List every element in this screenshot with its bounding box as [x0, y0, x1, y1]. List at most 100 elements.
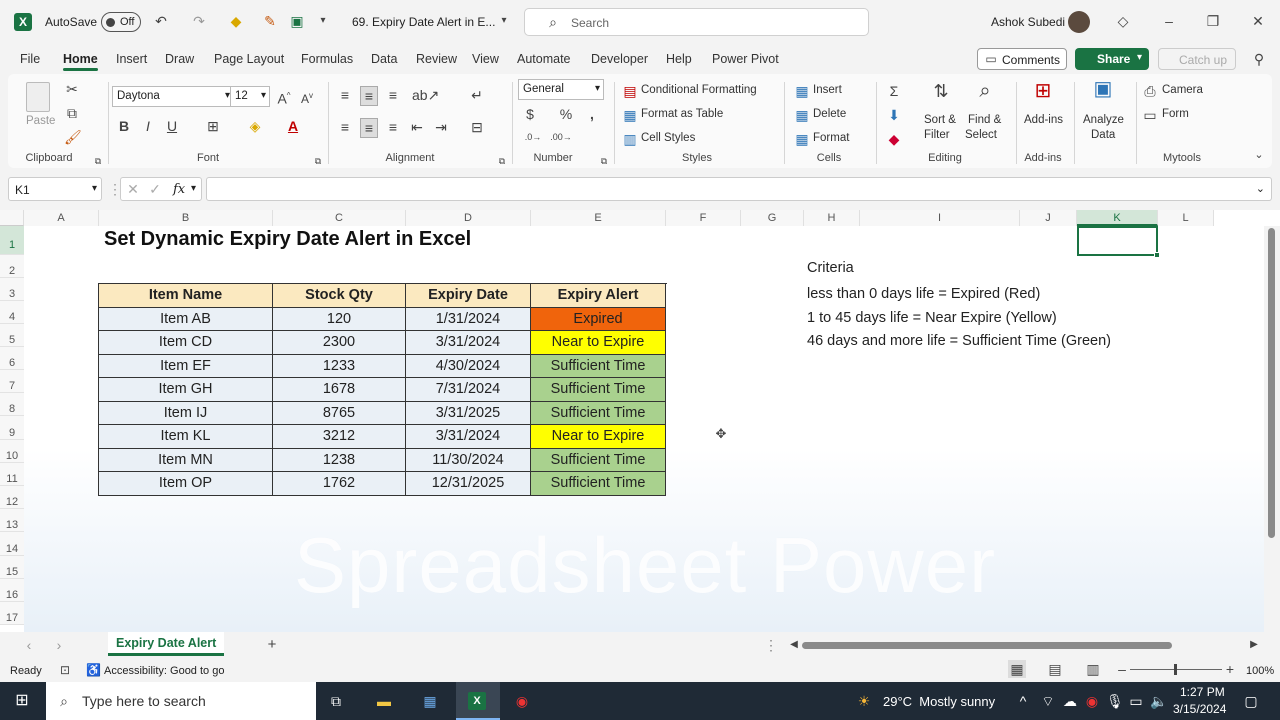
align-middle-icon[interactable]: ≡	[360, 86, 378, 106]
increase-decimal-icon[interactable]: .0→	[522, 128, 544, 146]
undo-icon[interactable]: ↶	[152, 12, 170, 30]
row-header-17[interactable]: 17	[0, 602, 24, 625]
item-name-cell[interactable]: Item MN	[99, 448, 273, 472]
form-icon[interactable]: ▭	[1142, 106, 1158, 124]
row-header-7[interactable]: 7	[0, 370, 24, 393]
item-name-cell[interactable]: Item KL	[99, 425, 273, 449]
column-header-f[interactable]: F	[666, 210, 741, 226]
avatar[interactable]	[1068, 11, 1090, 33]
weather-icon[interactable]: ☀	[854, 692, 874, 710]
weather-text[interactable]: 29°C Mostly sunny	[883, 694, 995, 709]
find-select-label-1[interactable]: Find &	[968, 114, 1001, 126]
expiry-date-cell[interactable]: 3/31/2024	[406, 331, 531, 355]
alignment-launcher-icon[interactable]: ⧉	[496, 152, 508, 170]
column-header-k[interactable]: K	[1077, 210, 1158, 226]
cell-styles-icon[interactable]: ▥	[622, 130, 638, 148]
align-bottom-icon[interactable]: ≡	[384, 86, 402, 104]
row-header-6[interactable]: 6	[0, 347, 24, 370]
network-icon[interactable]: ⌔	[1040, 692, 1056, 710]
redo-icon[interactable]: ↷	[190, 12, 208, 30]
close-icon[interactable]: ✕	[1249, 12, 1267, 30]
camera-icon[interactable]: ⎙	[1142, 82, 1158, 100]
delete-cells-button[interactable]: Delete	[813, 108, 846, 120]
row-header-11[interactable]: 11	[0, 463, 24, 486]
expiry-alert-cell[interactable]: Near to Expire	[531, 331, 666, 355]
row-header-14[interactable]: 14	[0, 532, 24, 556]
decrease-decimal-icon[interactable]: .00→	[550, 128, 572, 146]
qat-chevron-icon[interactable]: ▾	[316, 12, 330, 30]
column-header-l[interactable]: L	[1158, 210, 1214, 226]
scroll-left-icon[interactable]: ◀	[788, 636, 800, 654]
camera-button[interactable]: Camera	[1162, 84, 1203, 96]
number-format-select[interactable]: General ▾	[518, 79, 604, 100]
comma-icon[interactable]: ,	[584, 105, 600, 123]
add-sheet-icon[interactable]: +	[264, 636, 280, 654]
format-as-table-button[interactable]: Format as Table	[641, 108, 723, 120]
font-size-select[interactable]: 12 ▾	[230, 86, 270, 107]
expiry-date-cell[interactable]: 1/31/2024	[406, 307, 531, 331]
stock-qty-cell[interactable]: 3212	[273, 425, 406, 449]
stock-qty-cell[interactable]: 2300	[273, 331, 406, 355]
catch-up-button[interactable]: Catch up	[1158, 48, 1236, 70]
recorder-icon[interactable]: ◉	[512, 692, 532, 710]
file-explorer-icon[interactable]: ▬	[374, 692, 394, 710]
expiry-alert-cell[interactable]: Sufficient Time	[531, 401, 666, 425]
header-item-name[interactable]: Item Name	[99, 284, 273, 308]
expiry-alert-cell[interactable]: Near to Expire	[531, 425, 666, 449]
expiry-date-cell[interactable]: 3/31/2024	[406, 425, 531, 449]
currency-icon[interactable]: $	[522, 105, 538, 123]
sort-filter-label-2[interactable]: Filter	[924, 129, 950, 141]
notifications-icon[interactable]: ▢	[1242, 692, 1260, 710]
item-name-cell[interactable]: Item CD	[99, 331, 273, 355]
format-painter-icon[interactable]: ✎	[261, 12, 279, 30]
expiry-alert-cell[interactable]: Expired	[531, 307, 666, 331]
align-left-icon[interactable]: ≡	[336, 118, 354, 136]
column-header-j[interactable]: J	[1020, 210, 1077, 226]
item-name-cell[interactable]: Item IJ	[99, 401, 273, 425]
decrease-indent-icon[interactable]: ⇤	[408, 118, 426, 136]
analyze-data-label-2[interactable]: Data	[1091, 129, 1115, 141]
autosave-toggle[interactable]: Off	[101, 12, 141, 32]
status-accessibility[interactable]: Accessibility: Good to go	[104, 665, 224, 677]
more-options-icon[interactable]: ⋮	[108, 180, 122, 198]
page-break-view-icon[interactable]: ▥	[1084, 660, 1102, 678]
next-sheet-icon[interactable]: ›	[52, 636, 66, 654]
clock-date[interactable]: 3/15/2024	[1173, 702, 1226, 716]
fill-handle[interactable]	[1154, 252, 1160, 258]
tray-chevron-icon[interactable]: ^	[1016, 692, 1030, 710]
copy-icon[interactable]: ⧉	[64, 104, 80, 122]
person-search-icon[interactable]: ⚲	[1250, 50, 1268, 68]
expiry-alert-cell[interactable]: Sufficient Time	[531, 472, 666, 496]
task-view-icon[interactable]: ⧉	[326, 692, 346, 710]
expiry-date-cell[interactable]: 3/31/2025	[406, 401, 531, 425]
zoom-in-icon[interactable]: +	[1224, 660, 1236, 678]
form-button[interactable]: Form	[1162, 108, 1189, 120]
align-right-icon[interactable]: ≡	[384, 118, 402, 136]
column-header-h[interactable]: H	[804, 210, 860, 226]
italic-icon[interactable]: I	[140, 117, 156, 135]
name-box[interactable]: K1 ▾	[8, 177, 102, 201]
tab-draw[interactable]: Draw	[165, 52, 194, 66]
bold-icon[interactable]: B	[116, 117, 132, 135]
item-name-cell[interactable]: Item OP	[99, 472, 273, 496]
row-header-15[interactable]: 15	[0, 556, 24, 579]
expiry-date-cell[interactable]: 4/30/2024	[406, 354, 531, 378]
tab-data[interactable]: Data	[371, 52, 397, 66]
analyze-data-icon[interactable]: ▣	[1090, 79, 1116, 99]
header-stock-qty[interactable]: Stock Qty	[273, 284, 406, 308]
format-cells-icon[interactable]: ▦	[794, 130, 810, 148]
row-header-9[interactable]: 9	[0, 416, 24, 440]
borders-icon[interactable]: ⊞	[204, 117, 222, 135]
stock-qty-cell[interactable]: 120	[273, 307, 406, 331]
formula-input[interactable]: ⌄	[206, 177, 1272, 201]
find-select-label-2[interactable]: Select	[965, 129, 997, 141]
collapse-ribbon-icon[interactable]: ⌄	[1252, 146, 1266, 164]
font-launcher-icon[interactable]: ⧉	[312, 152, 324, 170]
zoom-out-icon[interactable]: –	[1116, 660, 1128, 678]
cut-icon[interactable]: ✂	[64, 80, 80, 98]
sheet-tab-expiry-date-alert[interactable]: Expiry Date Alert	[108, 632, 224, 656]
clear-icon[interactable]: ◆	[886, 130, 902, 148]
add-ins-button[interactable]: Add-ins	[1024, 114, 1063, 126]
expiry-date-cell[interactable]: 7/31/2024	[406, 378, 531, 402]
criteria-heading[interactable]: Criteria	[807, 260, 854, 276]
